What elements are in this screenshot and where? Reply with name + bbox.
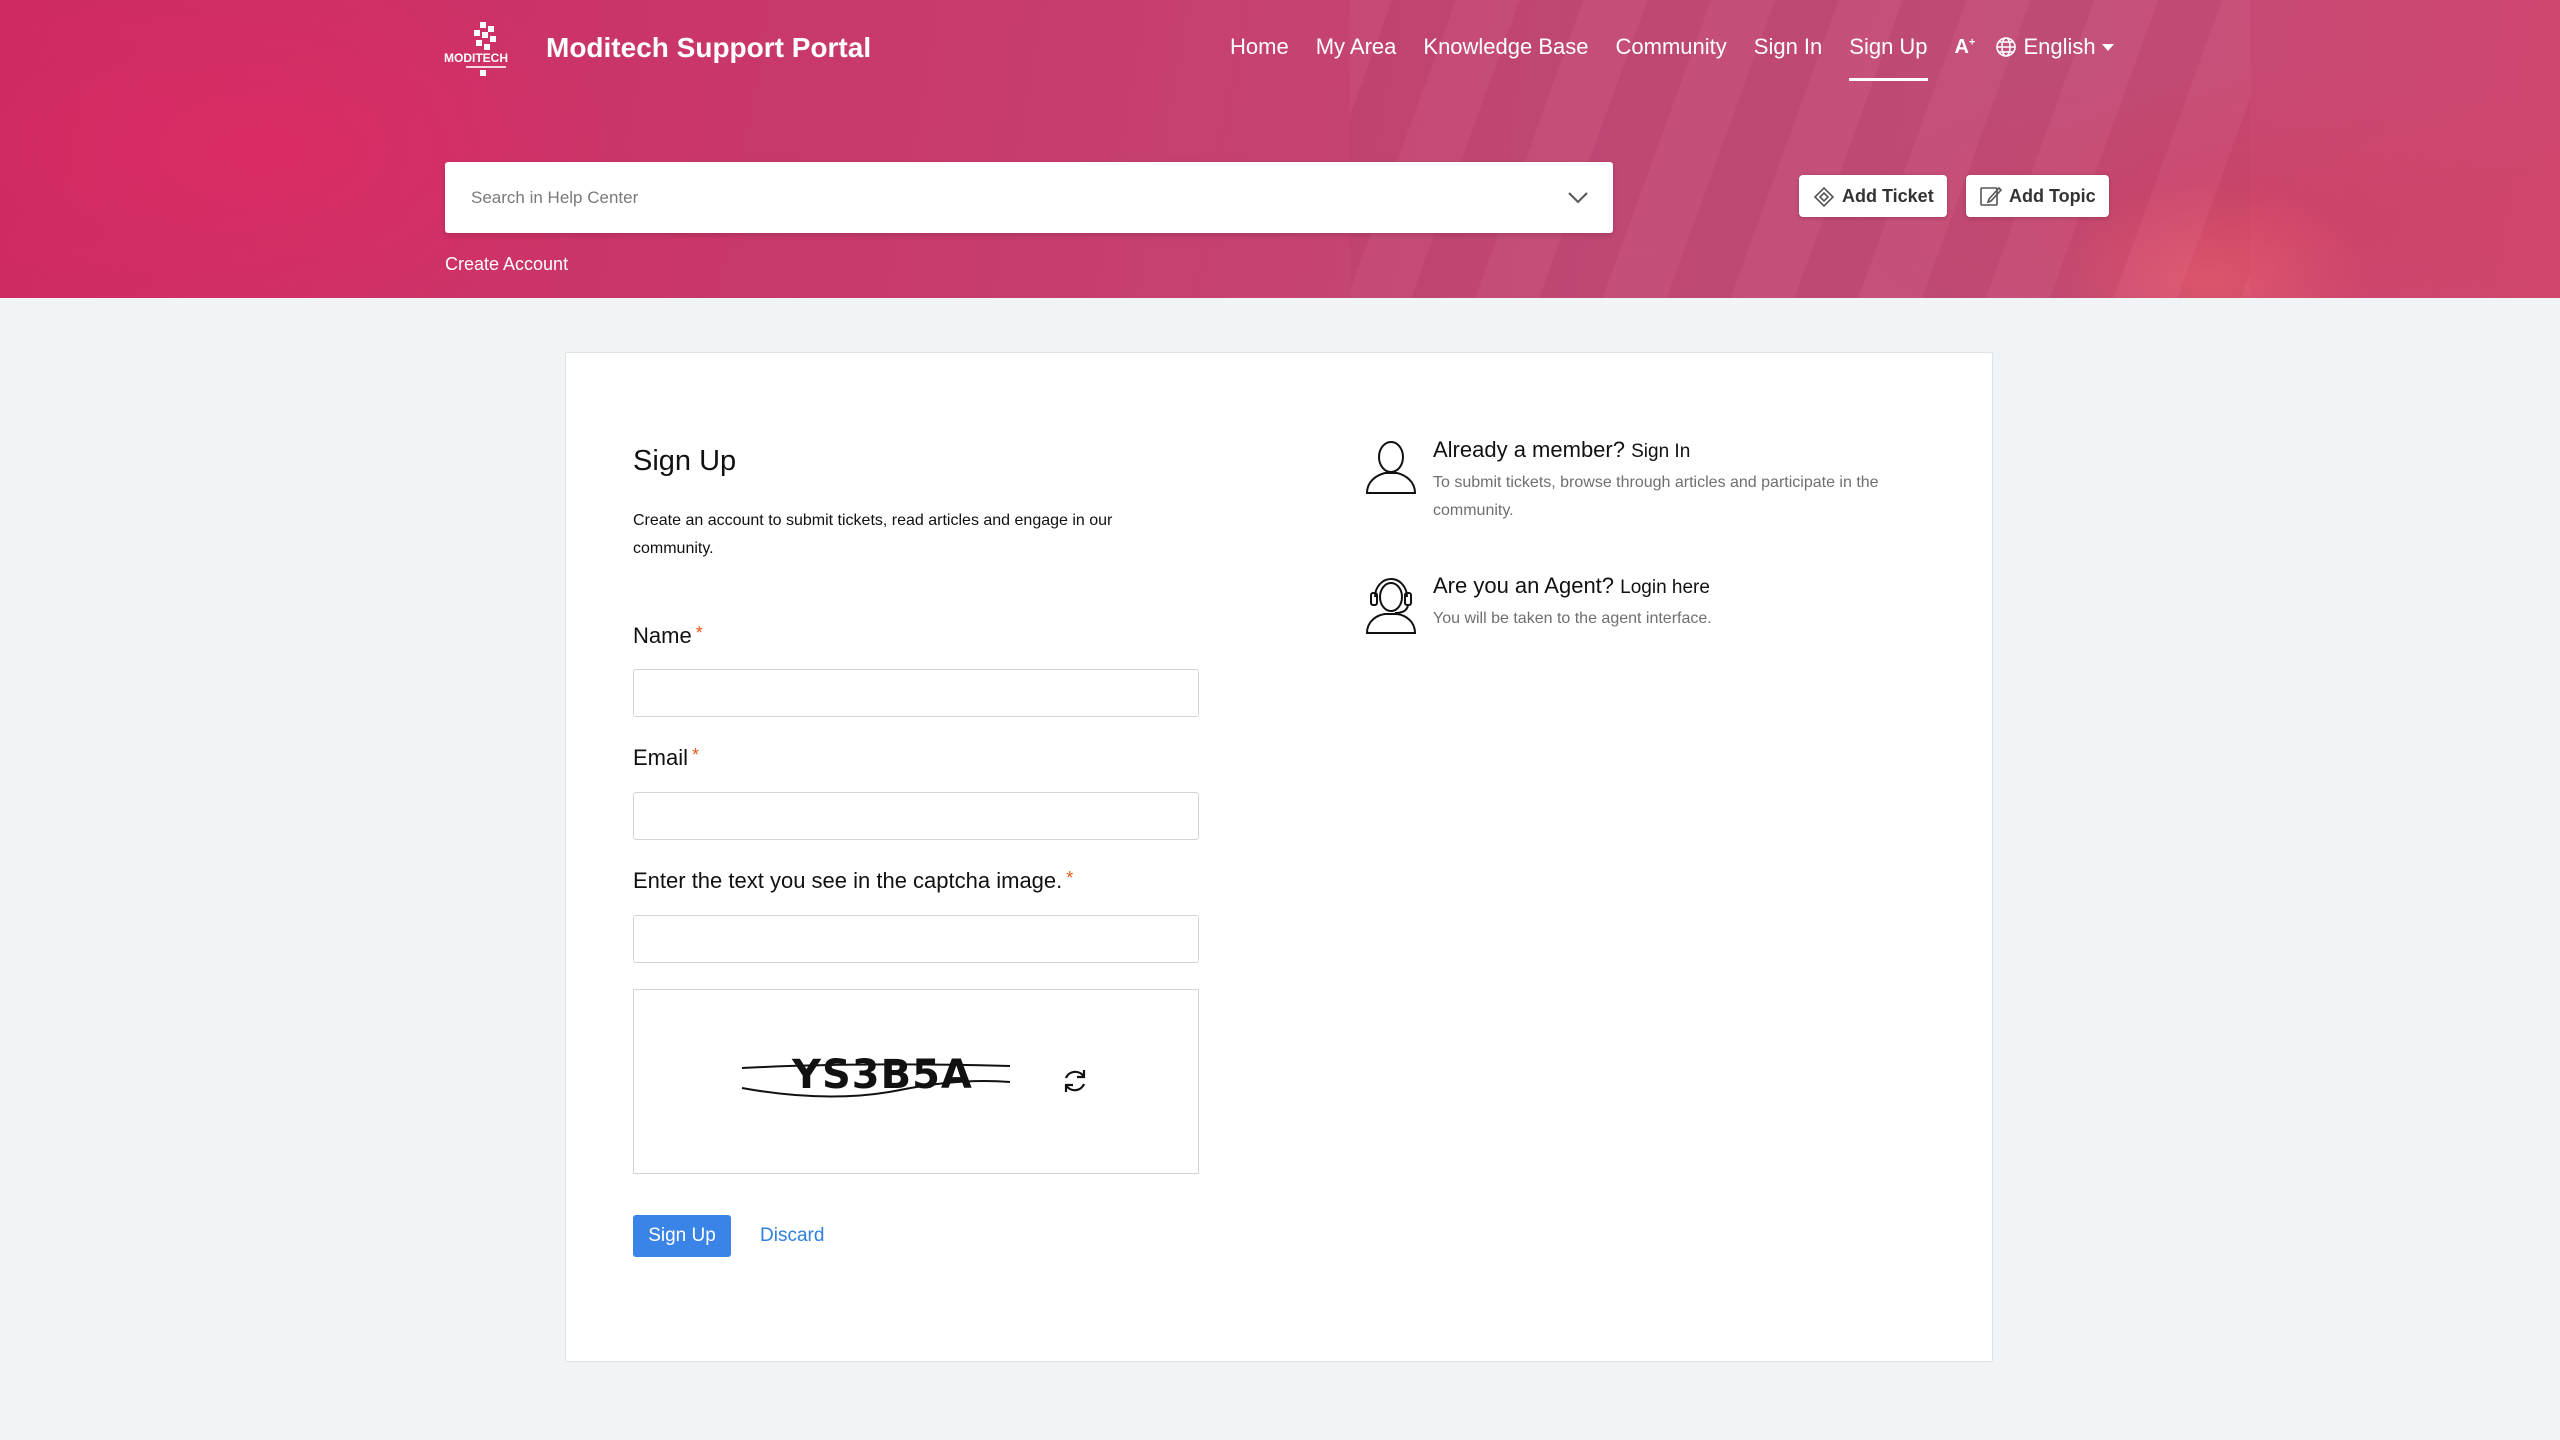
name-label: Name * [633,623,703,648]
captcha-image-text: YS3B5A [792,1052,973,1098]
top-navigation: Home My Area Knowledge Base Community Si… [1230,34,2114,81]
member-description: To submit tickets, browse through articl… [1433,474,1879,519]
nav-sign-in[interactable]: Sign In [1754,34,1823,60]
user-icon [1365,441,1417,494]
language-selector[interactable]: English [1995,34,2114,60]
portal-title[interactable]: Moditech Support Portal [546,32,871,64]
search-input[interactable] [445,162,1543,233]
chevron-down-icon [2101,43,2114,51]
font-size-icon[interactable]: A+ [1955,36,1976,59]
agent-description: You will be taken to the agent interface… [1433,610,1712,627]
create-account-link[interactable]: Create Account [445,254,568,275]
sign-up-button[interactable]: Sign Up [633,1215,731,1257]
nav-community[interactable]: Community [1616,34,1727,60]
sign-in-link[interactable]: Sign In [1631,441,1690,462]
form-title: Sign Up [633,445,737,477]
refresh-icon[interactable] [1060,1066,1090,1096]
svg-text:MODITECH: MODITECH [444,51,508,65]
email-label: Email * [633,745,700,770]
email-field[interactable] [633,792,1199,840]
discard-button[interactable]: Discard [760,1225,824,1247]
nav-sign-up[interactable]: Sign Up [1849,34,1928,81]
search-dropdown-chevron-icon[interactable] [1543,162,1613,233]
member-title: Already a member? Sign In [1433,437,1691,462]
nav-knowledge-base[interactable]: Knowledge Base [1423,34,1588,60]
captcha-label: Enter the text you see in the captcha im… [633,868,1074,893]
ticket-icon [1813,186,1835,207]
help-center-search [445,162,1613,233]
add-topic-button[interactable]: Add Topic [1966,175,2109,217]
agent-login-link[interactable]: Login here [1620,577,1710,598]
headset-agent-icon [1365,578,1417,634]
moditech-logo[interactable]: MODITECH [444,20,530,76]
signup-card: Sign Up Create an account to submit tick… [565,352,1993,1362]
add-ticket-button[interactable]: Add Ticket [1799,175,1947,217]
agent-title: Are you an Agent? Login here [1433,573,1710,598]
captcha-field[interactable] [633,915,1199,963]
portal-header: MODITECH Moditech Support Portal Home My… [0,0,2560,298]
edit-icon [1980,186,2003,206]
language-label: English [2023,34,2096,59]
form-description: Create an account to submit tickets, rea… [633,512,1113,557]
captcha-image-box: YS3B5A [633,989,1199,1174]
nav-home[interactable]: Home [1230,34,1289,60]
name-field[interactable] [633,669,1199,717]
globe-icon [1996,37,2017,57]
nav-my-area[interactable]: My Area [1316,34,1397,60]
